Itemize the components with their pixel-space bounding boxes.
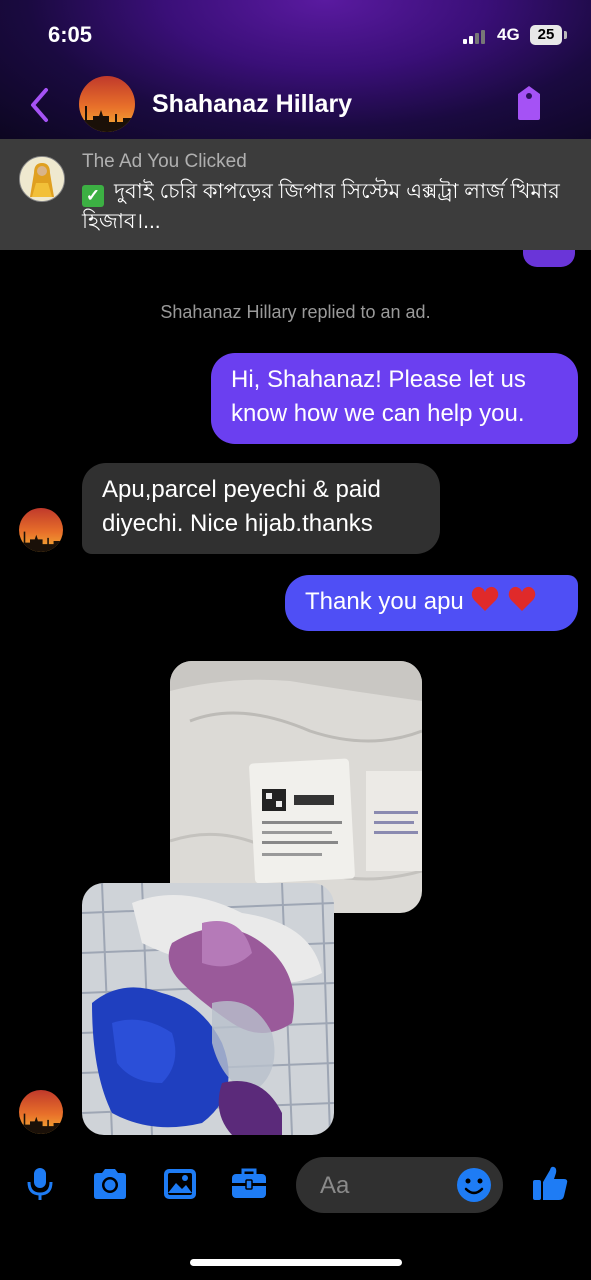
image-icon[interactable] [162, 1166, 198, 1202]
status-bar: 6:05 4G 25 [0, 0, 591, 70]
avatar[interactable] [19, 508, 63, 552]
camera-icon[interactable] [91, 1166, 127, 1202]
ad-title-text: দুবাই চেরি কাপড়ের জিপার সিস্টেম এক্সট্র… [82, 180, 560, 233]
contact-name[interactable]: Shahanaz Hillary [152, 90, 352, 119]
parcel-photo[interactable] [170, 661, 422, 913]
avatar[interactable] [19, 1090, 63, 1134]
tag-icon[interactable] [512, 84, 546, 122]
message-composer [0, 1150, 591, 1220]
battery-icon: 25 [530, 25, 562, 45]
battery-tip [564, 31, 567, 39]
network-type: 4G [497, 25, 520, 44]
system-message: Shahanaz Hillary replied to an ad. [160, 302, 431, 322]
ad-banner[interactable]: The Ad You Clicked ✓ দুবাই চেরি কাপড়ের জ… [0, 139, 591, 250]
message-text: Thank you apu [305, 588, 464, 615]
briefcase-icon[interactable] [230, 1166, 266, 1202]
chat-header: Shahanaz Hillary [0, 70, 591, 140]
signal-icon [463, 28, 493, 44]
outgoing-message[interactable]: Hi, Shahanaz! Please let us know how we … [211, 353, 578, 444]
hijab-photo[interactable] [82, 883, 334, 1135]
outgoing-message[interactable]: Thank you apu [285, 575, 578, 631]
incoming-message[interactable]: Apu,parcel peyechi & paid diyechi. Nice … [82, 463, 440, 554]
thumbs-up-icon[interactable] [531, 1164, 568, 1200]
ad-thumbnail [19, 156, 65, 202]
ad-title: ✓ দুবাই চেরি কাপড়ের জিপার সিস্টেম এক্সট্… [82, 177, 562, 236]
home-indicator [190, 1259, 402, 1266]
message-input[interactable] [318, 1169, 452, 1203]
emoji-icon[interactable] [456, 1167, 492, 1203]
status-time: 6:05 [48, 22, 93, 47]
heart-icon [508, 586, 536, 611]
ad-label: The Ad You Clicked [82, 151, 247, 172]
check-icon: ✓ [82, 185, 104, 207]
heart-icon [472, 586, 499, 611]
microphone-icon[interactable] [22, 1166, 58, 1202]
previous-message-edge [523, 250, 575, 267]
back-chevron-icon[interactable] [26, 85, 56, 125]
message-input-pill[interactable] [296, 1157, 503, 1213]
avatar[interactable] [79, 76, 135, 132]
